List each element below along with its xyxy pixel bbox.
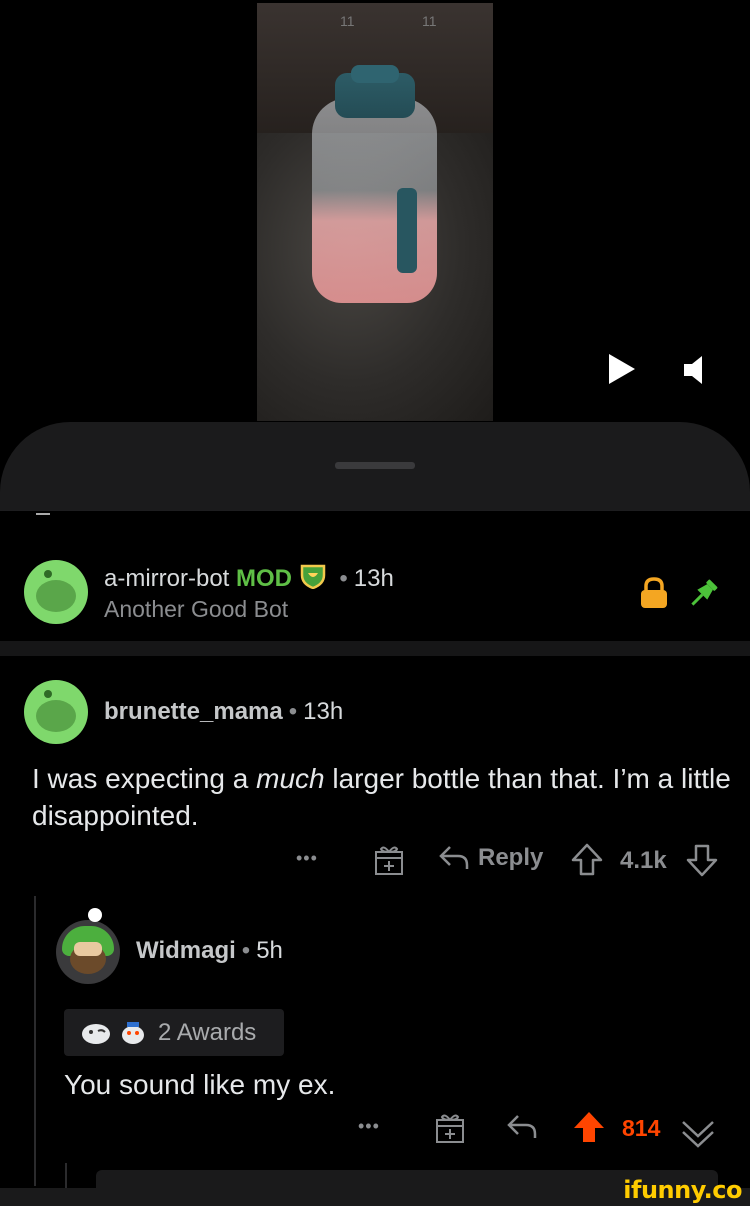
reply-button[interactable]: Reply <box>438 843 543 873</box>
comment-body: I was expecting a much larger bottle tha… <box>32 760 732 834</box>
upvote-active-icon[interactable] <box>572 1110 606 1144</box>
play-icon[interactable] <box>607 353 637 385</box>
pin-icon <box>691 579 718 606</box>
award-gift-icon[interactable] <box>435 1112 465 1144</box>
reply-arrow-icon <box>439 846 469 869</box>
ifunny-watermark: ifunny.co <box>623 1176 742 1204</box>
comment-meta: Widmagi • 5h <box>136 937 283 965</box>
reply-arrow-icon[interactable] <box>506 1112 538 1142</box>
timestamp: 13h <box>353 565 394 592</box>
downvote-icon[interactable] <box>686 843 718 877</box>
reply-label: Reply <box>478 844 544 871</box>
avatar-hat-pompom <box>88 908 102 922</box>
awards-pill[interactable]: 2 Awards <box>64 1009 284 1056</box>
award-face-icon <box>82 1023 110 1044</box>
bottle-cap-image <box>351 65 399 83</box>
video-mark: 11 <box>422 13 437 29</box>
more-options-button[interactable]: ••• <box>358 1116 380 1137</box>
section-divider <box>0 641 750 656</box>
timestamp: 13h <box>303 698 344 725</box>
sheet-drag-handle[interactable] <box>335 462 415 469</box>
thread-line[interactable] <box>34 896 36 1186</box>
username[interactable]: Widmagi <box>136 937 236 964</box>
comment-text: I was expecting a <box>32 763 257 794</box>
separator-dot: • <box>339 565 348 592</box>
vote-score: 814 <box>622 1115 661 1141</box>
mod-comment-meta: a-mirror-bot MOD • 13h <box>104 563 394 593</box>
bottle-handle-image <box>397 188 417 273</box>
vote-score: 4.1k <box>620 847 667 874</box>
awards-count: 2 Awards <box>158 1018 257 1046</box>
comment-meta: brunette_mama • 13h <box>104 698 343 726</box>
collapse-chevron-icon[interactable] <box>680 1116 716 1152</box>
upvote-icon[interactable] <box>571 843 603 877</box>
avatar[interactable] <box>24 680 88 744</box>
comments-sheet <box>0 422 750 518</box>
lock-icon <box>641 577 667 608</box>
mod-comment-text: Another Good Bot <box>104 596 289 622</box>
award-gift-icon[interactable] <box>374 844 404 876</box>
mod-badge: MOD <box>236 565 293 592</box>
comment-text-emphasis: much <box>256 763 325 794</box>
comment-body: You sound like my ex. <box>64 1069 336 1100</box>
avatar[interactable] <box>56 920 120 984</box>
separator-dot: • <box>241 937 251 964</box>
more-options-button[interactable]: ••• <box>296 848 318 869</box>
username[interactable]: a-mirror-bot <box>104 565 229 592</box>
shield-icon <box>300 564 325 590</box>
video-player[interactable]: 11 11 <box>257 3 493 421</box>
sheet-header-strip <box>0 510 750 536</box>
username[interactable]: brunette_mama <box>104 698 283 725</box>
volume-icon[interactable] <box>682 354 720 386</box>
video-mark: 11 <box>340 13 355 29</box>
timestamp: 5h <box>256 937 283 964</box>
award-snoo-icon <box>122 1021 144 1044</box>
bottle-image <box>312 98 437 303</box>
avatar[interactable] <box>24 560 88 624</box>
separator-dot: • <box>288 698 298 725</box>
collapse-indicator[interactable] <box>36 513 50 515</box>
